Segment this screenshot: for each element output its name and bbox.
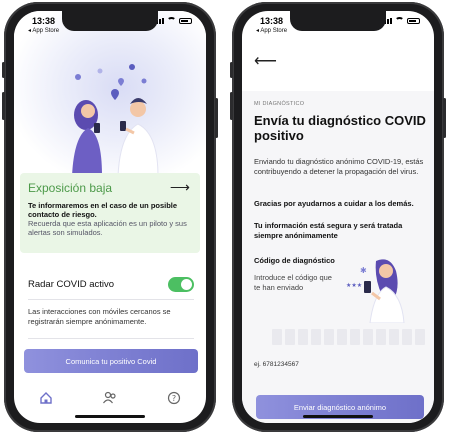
status-time: 13:38	[260, 16, 284, 26]
back-to-app-store[interactable]: ◂ App Store	[28, 27, 59, 34]
code-digit-box[interactable]	[337, 329, 347, 345]
radar-toggle[interactable]	[168, 277, 194, 292]
diagnosis-screen: 13:38 ◂ App Store ⟵ MI DIAGNÓSTICO Envía…	[242, 11, 434, 423]
privacy-text: Tu información está segura y será tratad…	[254, 221, 403, 240]
phone-diagnosis: 13:38 ◂ App Store ⟵ MI DIAGNÓSTICO Envía…	[230, 2, 446, 432]
code-hint: Introduce el código que te han enviado	[254, 273, 332, 292]
page-title: Envía tu diagnóstico COVID positivo	[254, 113, 426, 143]
divider	[28, 299, 194, 300]
code-digit-box[interactable]	[389, 329, 399, 345]
tab-bar: ?	[14, 383, 206, 413]
exposure-title: Exposición baja	[28, 181, 113, 195]
contacts-icon[interactable]	[100, 388, 120, 408]
wifi-icon	[167, 17, 176, 24]
arrow-right-icon[interactable]: ⟶	[170, 179, 190, 196]
hero-illustration	[14, 11, 206, 181]
thanks-text: Gracias por ayudarnos a cuidar a los dem…	[254, 199, 414, 208]
code-digit-box[interactable]	[415, 329, 425, 345]
back-to-app-store[interactable]: ◂ App Store	[256, 27, 287, 34]
code-digit-box[interactable]	[402, 329, 412, 345]
home-icon[interactable]	[36, 388, 56, 408]
phone-home: 13:38 ◂ App Store Exposición baja ⟶ Te i…	[2, 2, 218, 432]
home-indicator	[75, 415, 145, 418]
svg-text:★★★: ★★★	[346, 282, 362, 289]
help-icon[interactable]: ?	[164, 388, 184, 408]
status-time: 13:38	[32, 16, 56, 26]
code-digit-box[interactable]	[376, 329, 386, 345]
divider	[28, 338, 194, 339]
exposure-note: Recuerda que esta aplicación es un pilot…	[28, 219, 187, 237]
home-screen: 13:38 ◂ App Store Exposición baja ⟶ Te i…	[14, 11, 206, 423]
home-indicator	[303, 415, 373, 418]
radar-label: Radar COVID activo	[28, 279, 115, 290]
back-arrow-icon[interactable]: ⟵	[254, 51, 277, 71]
interactions-text: Las interacciones con móviles cercanos s…	[28, 307, 171, 326]
code-digit-box[interactable]	[350, 329, 360, 345]
code-digit-box[interactable]	[311, 329, 321, 345]
code-digit-box[interactable]	[363, 329, 373, 345]
code-input[interactable]	[272, 329, 425, 345]
exposure-card[interactable]: Exposición baja ⟶ Te informaremos en el …	[20, 173, 200, 253]
code-digit-box[interactable]	[324, 329, 334, 345]
battery-icon	[179, 17, 192, 24]
radar-row: Radar COVID activo	[28, 277, 194, 293]
code-digit-box[interactable]	[272, 329, 282, 345]
code-label: Código de diagnóstico	[254, 256, 335, 265]
battery-icon	[407, 17, 420, 24]
code-example: ej. 6781234567	[254, 361, 299, 368]
exposure-bold-text: Te informaremos en el caso de un posible…	[28, 201, 178, 219]
intro-text: Enviando tu diagnóstico anónimo COVID-19…	[254, 157, 424, 176]
code-digit-box[interactable]	[285, 329, 295, 345]
report-positive-button[interactable]: Comunica tu positivo Covid	[24, 349, 198, 373]
woman-phone-illustration: ✱ ★★★	[346, 259, 405, 323]
section-caption: MI DIAGNÓSTICO	[254, 101, 305, 107]
code-digit-box[interactable]	[298, 329, 308, 345]
svg-text:?: ?	[172, 394, 176, 403]
wifi-icon	[395, 17, 404, 24]
svg-text:✱: ✱	[360, 266, 367, 275]
